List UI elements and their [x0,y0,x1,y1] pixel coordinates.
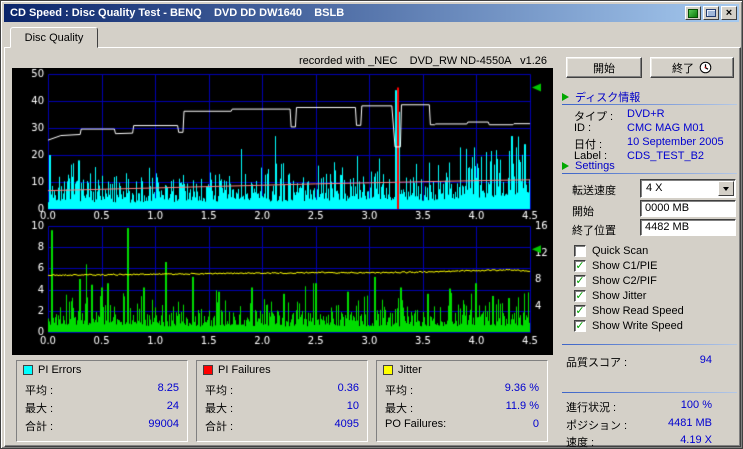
window-title: CD Speed : Disc Quality Test - BENQ DVD … [10,7,345,19]
pi-errors-title: PI Errors [38,364,82,376]
pi-errors-total-row: 合計 :99004 [25,418,179,433]
clock-icon [699,61,712,74]
titlebar-green-icon-button[interactable] [685,6,701,20]
quality-score-value: 94 [699,354,712,366]
disc-quality-page: recorded with _NEC DVD_RW ND-4550A v1.26… [4,47,741,449]
speed-select-value: 4 X [646,182,663,194]
pi-failures-panel: PI Failures 平均 :0.36 最大 :10 合計 :4095 [196,360,368,442]
tab-disc-quality[interactable]: Disc Quality [10,27,98,48]
pi-errors-average-row: 平均 :8.25 [25,382,179,397]
blue-window-icon [706,9,716,17]
show-jitter-row[interactable]: ✓ Show Jitter [574,289,646,302]
pi-failures-swatch [203,365,213,375]
pi-failures-max-row: 最大 :10 [205,400,359,415]
settings-header: Settings [562,159,615,172]
jitter-max-row: 最大 :11.9 % [385,400,539,415]
score-rule [562,344,737,345]
transfer-speed-label: 転送速度 [572,185,616,197]
quality-score-row: 品質スコア : 94 [566,354,712,369]
pi-failures-title: PI Failures [218,364,271,376]
show-c1-pie-row[interactable]: ✓ Show C1/PIE [574,259,657,272]
speed-value: 4.19 X [680,434,712,446]
progress-value: 100 % [680,399,712,411]
quality-score-label: 品質スコア : [566,357,628,369]
titlebar-blue-icon-button[interactable] [703,6,719,20]
position-value: 4481 MB [667,417,712,429]
jitter-swatch [383,365,393,375]
close-button[interactable]: × [721,6,737,20]
end-position-field[interactable]: 4482 MB [640,219,736,236]
show-read-speed-checkbox[interactable]: ✓ [574,304,586,317]
show-read-speed-row[interactable]: ✓ Show Read Speed [574,304,684,317]
cd-speed-window: CD Speed : Disc Quality Test - BENQ DVD … [0,0,743,449]
disc-type-row: タイプ : DVD+R [574,108,665,123]
pi-failures-total-row: 合計 :4095 [205,418,359,433]
close-icon: × [725,7,733,19]
jitter-average-row: 平均 :9.36 % [385,382,539,397]
start-position-field[interactable]: 0000 MB [640,200,736,217]
sidebar: 開始 終了 ディスク情報 タイプ : DVD+R ID : CMC MAG M01 … [554,48,740,449]
quick-scan-row[interactable]: Quick Scan [574,244,648,257]
progress-row: 進行状況 :100 % [566,399,712,414]
show-c2-pif-checkbox[interactable]: ✓ [574,274,586,287]
show-write-speed-checkbox[interactable]: ✓ [574,319,586,332]
quick-scan-checkbox[interactable] [574,244,586,257]
speed-row: 速度 :4.19 X [566,434,712,449]
disc-info-header: ディスク情報 [562,90,640,104]
start-button[interactable]: 開始 [566,57,642,78]
tab-strip: Disc Quality [4,27,739,48]
end-position-label: 終了位置 [572,225,616,237]
show-jitter-checkbox[interactable]: ✓ [574,289,586,302]
recorded-with-label: recorded with _NEC DVD_RW ND-4550A v1.26 [298,55,547,67]
title-bar[interactable]: CD Speed : Disc Quality Test - BENQ DVD … [4,4,739,22]
pi-errors-swatch [23,365,33,375]
chart-panel [12,68,553,355]
pi-failures-average-row: 平均 :0.36 [205,382,359,397]
jitter-panel: Jitter 平均 :9.36 % 最大 :11.9 % PO Failures… [376,360,548,442]
green-chart-icon [688,8,698,18]
start-position-label: 開始 [572,206,594,218]
disc-info-rule [562,104,737,105]
chevron-down-icon [723,186,729,191]
disc-date-row: 日付 :10 September 2005 [574,136,724,151]
position-row: ポジション :4481 MB [566,417,712,432]
settings-rule [562,173,737,174]
jitter-title: Jitter [398,364,422,376]
section-arrow-icon [562,92,569,101]
speed-select-arrow-button[interactable] [718,181,734,196]
section-arrow-icon [562,161,569,170]
exit-button[interactable]: 終了 [650,57,734,78]
disc-id-row: ID : CMC MAG M01 [574,122,705,134]
quality-chart-canvas [12,68,553,355]
status-rule [562,392,737,393]
pi-errors-panel: PI Errors 平均 :8.25 最大 :24 合計 :99004 [16,360,188,442]
show-c1-pie-checkbox[interactable]: ✓ [574,259,586,272]
speed-select[interactable]: 4 X [640,179,736,198]
po-failures-row: PO Failures: 0 [385,418,539,430]
pi-errors-max-row: 最大 :24 [25,400,179,415]
show-write-speed-row[interactable]: ✓ Show Write Speed [574,319,683,332]
show-c2-pif-row[interactable]: ✓ Show C2/PIF [574,274,657,287]
